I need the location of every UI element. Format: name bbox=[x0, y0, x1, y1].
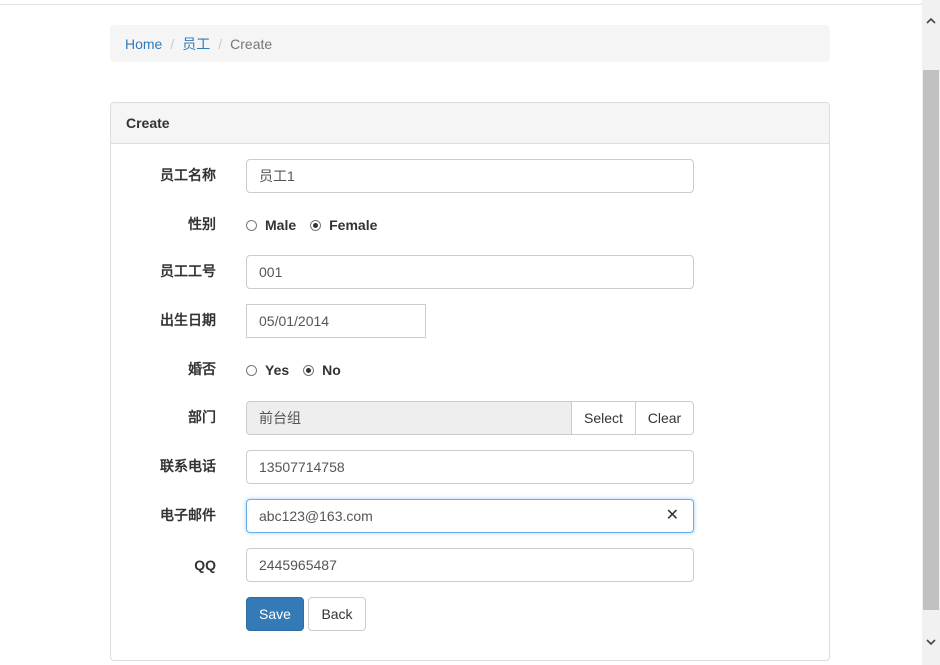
department-select-button[interactable]: Select bbox=[571, 401, 636, 435]
married-label: 婚否 bbox=[188, 362, 216, 378]
birth-date-label: 出生日期 bbox=[160, 313, 216, 329]
form-row-name: 员工名称 员工1 bbox=[111, 159, 829, 193]
vertical-scrollbar[interactable] bbox=[922, 0, 940, 665]
married-option-yes[interactable]: Yes bbox=[246, 362, 289, 378]
name-label: 员工名称 bbox=[160, 168, 216, 184]
gender-option-female[interactable]: Female bbox=[310, 217, 377, 233]
gender-option-male-label: Male bbox=[265, 217, 297, 233]
back-button[interactable]: Back bbox=[308, 597, 366, 631]
form-row-employee-no: 员工工号 001 bbox=[111, 255, 829, 289]
married-option-no[interactable]: No bbox=[303, 362, 341, 378]
email-label: 电子邮件 bbox=[160, 508, 216, 524]
breadcrumb-section-link[interactable]: 员工 bbox=[182, 34, 210, 54]
breadcrumb-separator: / bbox=[170, 35, 175, 52]
form-row-phone: 联系电话 13507714758 bbox=[111, 450, 829, 484]
clear-icon[interactable]: ✕ bbox=[666, 500, 679, 532]
gender-option-female-label: Female bbox=[329, 217, 378, 233]
radio-yes[interactable] bbox=[246, 364, 257, 376]
form-actions: Save Back bbox=[111, 597, 829, 631]
phone-label: 联系电话 bbox=[160, 459, 216, 475]
employee-no-label: 员工工号 bbox=[160, 264, 216, 280]
form-row-email: 电子邮件 abc123@163.com ✕ bbox=[111, 499, 829, 533]
save-button[interactable]: Save bbox=[246, 597, 304, 631]
name-input[interactable]: 员工1 bbox=[246, 159, 694, 193]
form-row-department: 部门 前台组 Select Clear bbox=[111, 401, 829, 435]
gender-label: 性别 bbox=[188, 217, 216, 233]
birth-date-input[interactable]: 05/01/2014 bbox=[246, 304, 426, 338]
scroll-down-arrow-icon[interactable] bbox=[922, 634, 940, 651]
qq-input[interactable]: 2445965487 bbox=[246, 548, 694, 582]
scrollbar-thumb[interactable] bbox=[923, 70, 939, 610]
department-input: 前台组 bbox=[246, 401, 572, 435]
breadcrumb: Home / 员工 / Create bbox=[110, 25, 830, 62]
form-row-married: 婚否 Yes No bbox=[111, 353, 829, 387]
scroll-up-arrow-icon[interactable] bbox=[922, 12, 940, 29]
radio-female[interactable] bbox=[310, 219, 322, 231]
married-option-yes-label: Yes bbox=[265, 362, 290, 378]
panel-title: Create bbox=[111, 103, 829, 144]
radio-no[interactable] bbox=[303, 364, 315, 376]
email-input-value: abc123@163.com bbox=[259, 508, 373, 524]
gender-radio-group: Male Female bbox=[246, 208, 391, 242]
form-row-gender: 性别 Male Female bbox=[111, 208, 829, 242]
breadcrumb-current: Create bbox=[230, 35, 273, 52]
employee-no-input[interactable]: 001 bbox=[246, 255, 694, 289]
qq-label: QQ bbox=[194, 557, 216, 573]
radio-male[interactable] bbox=[246, 219, 257, 231]
breadcrumb-home-link[interactable]: Home bbox=[125, 36, 162, 52]
gender-option-male[interactable]: Male bbox=[246, 217, 296, 233]
married-option-no-label: No bbox=[322, 362, 341, 378]
form-row-birth-date: 出生日期 05/01/2014 bbox=[111, 304, 829, 338]
email-input[interactable]: abc123@163.com ✕ bbox=[246, 499, 694, 533]
create-panel: Create 员工名称 员工1 性别 Male Female 员工工号 001 … bbox=[110, 102, 830, 661]
department-clear-button[interactable]: Clear bbox=[635, 401, 694, 435]
breadcrumb-separator: / bbox=[218, 35, 223, 52]
form-row-qq: QQ 2445965487 bbox=[111, 548, 829, 582]
department-label: 部门 bbox=[188, 410, 216, 426]
phone-input[interactable]: 13507714758 bbox=[246, 450, 694, 484]
married-radio-group: Yes No bbox=[246, 353, 355, 387]
top-frame-edge bbox=[0, 0, 923, 5]
